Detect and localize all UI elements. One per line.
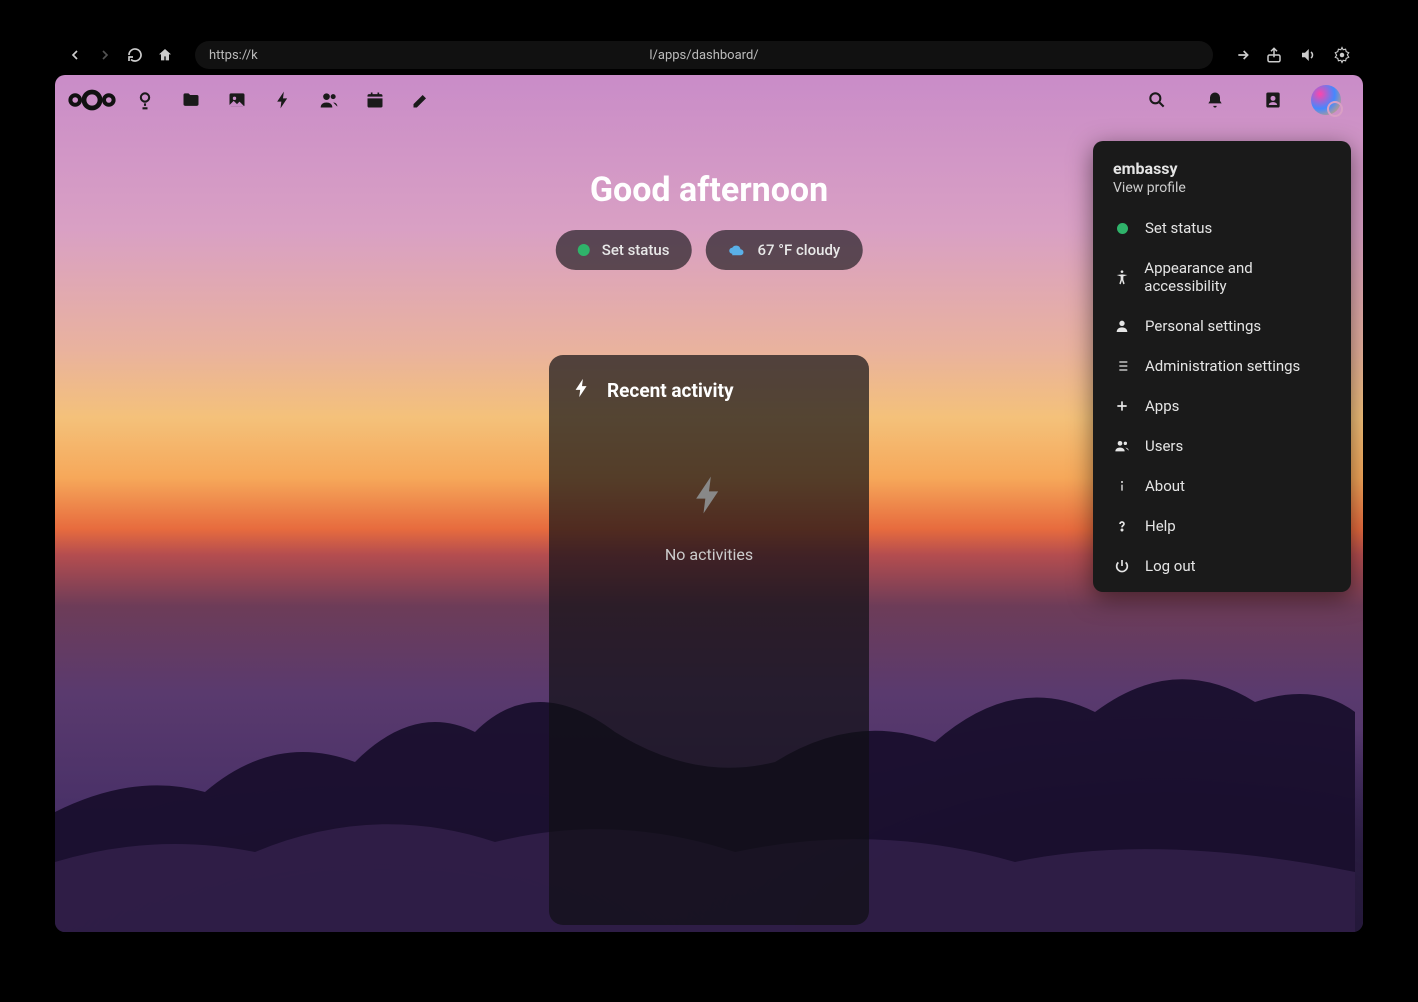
share-icon[interactable] xyxy=(1265,46,1283,64)
reload-button[interactable] xyxy=(127,47,143,63)
search-icon[interactable] xyxy=(1137,80,1177,120)
menu-label: About xyxy=(1145,477,1185,495)
online-status-dot xyxy=(1117,223,1128,234)
person-icon xyxy=(1113,318,1131,334)
menu-header[interactable]: embassy View profile xyxy=(1093,151,1351,208)
question-icon xyxy=(1113,518,1131,534)
photos-app-icon[interactable] xyxy=(217,80,257,120)
cloud-icon xyxy=(727,243,745,257)
lightning-icon xyxy=(571,377,593,403)
app-header xyxy=(55,75,1363,125)
contacts-app-icon[interactable] xyxy=(309,80,349,120)
menu-item-apps[interactable]: Apps xyxy=(1093,386,1351,426)
greeting: Good afternoon xyxy=(590,170,828,210)
user-menu: embassy View profile Set status Appearan… xyxy=(1093,141,1351,592)
menu-item-admin-settings[interactable]: Administration settings xyxy=(1093,346,1351,386)
menu-label: Log out xyxy=(1145,557,1196,575)
menu-item-about[interactable]: About xyxy=(1093,466,1351,506)
info-icon xyxy=(1113,478,1131,494)
menu-label: Appearance and accessibility xyxy=(1144,259,1331,295)
menu-view-profile[interactable]: View profile xyxy=(1113,180,1331,196)
app-viewport: Good afternoon Set status 67 °F cloudy R… xyxy=(55,75,1363,932)
online-status-dot xyxy=(578,244,590,256)
plus-icon xyxy=(1113,398,1131,414)
menu-username: embassy xyxy=(1113,159,1331,178)
dashboard-app-icon[interactable] xyxy=(125,80,165,120)
accessibility-icon xyxy=(1113,269,1130,285)
settings-icon[interactable] xyxy=(1333,46,1351,64)
url-bar[interactable]: https://k l/apps/dashboard/ xyxy=(195,41,1213,69)
notes-app-icon[interactable] xyxy=(401,80,441,120)
power-icon xyxy=(1113,558,1131,574)
files-app-icon[interactable] xyxy=(171,80,211,120)
go-button[interactable] xyxy=(1235,47,1251,63)
forward-button[interactable] xyxy=(97,47,113,63)
set-status-label: Set status xyxy=(602,241,670,259)
menu-item-set-status[interactable]: Set status xyxy=(1093,208,1351,248)
user-avatar[interactable] xyxy=(1311,85,1341,115)
volume-icon[interactable] xyxy=(1299,46,1317,64)
users-icon xyxy=(1113,438,1131,454)
nextcloud-logo[interactable] xyxy=(67,88,117,112)
menu-label: Help xyxy=(1145,517,1176,535)
menu-label: Apps xyxy=(1145,397,1179,415)
browser-frame: https://k l/apps/dashboard/ xyxy=(55,35,1363,932)
menu-item-appearance[interactable]: Appearance and accessibility xyxy=(1093,248,1351,306)
activity-app-icon[interactable] xyxy=(263,80,303,120)
widget-empty-text: No activities xyxy=(665,545,753,564)
menu-label: Administration settings xyxy=(1145,357,1300,375)
app-nav xyxy=(125,80,441,120)
widget-title: Recent activity xyxy=(607,379,734,402)
browser-toolbar: https://k l/apps/dashboard/ xyxy=(55,35,1363,75)
menu-label: Users xyxy=(1145,437,1183,455)
menu-item-help[interactable]: Help xyxy=(1093,506,1351,546)
weather-pill[interactable]: 67 °F cloudy xyxy=(705,230,862,270)
lightning-icon-large xyxy=(687,473,731,521)
home-button[interactable] xyxy=(157,47,173,63)
widget-header: Recent activity xyxy=(571,377,847,403)
notifications-icon[interactable] xyxy=(1195,80,1235,120)
calendar-app-icon[interactable] xyxy=(355,80,395,120)
menu-label: Set status xyxy=(1145,219,1212,237)
status-row: Set status 67 °F cloudy xyxy=(556,230,863,270)
weather-text: 67 °F cloudy xyxy=(757,241,840,259)
contacts-menu-icon[interactable] xyxy=(1253,80,1293,120)
activity-widget: Recent activity No activities xyxy=(549,355,869,925)
menu-label: Personal settings xyxy=(1145,317,1261,335)
menu-item-logout[interactable]: Log out xyxy=(1093,546,1351,586)
menu-item-personal-settings[interactable]: Personal settings xyxy=(1093,306,1351,346)
url-text-center: l/apps/dashboard/ xyxy=(649,48,758,63)
back-button[interactable] xyxy=(67,47,83,63)
greeting-text: Good afternoon xyxy=(590,170,828,210)
url-text-left: https://k xyxy=(209,48,258,63)
set-status-button[interactable]: Set status xyxy=(556,230,692,270)
menu-item-users[interactable]: Users xyxy=(1093,426,1351,466)
list-icon xyxy=(1113,358,1131,374)
